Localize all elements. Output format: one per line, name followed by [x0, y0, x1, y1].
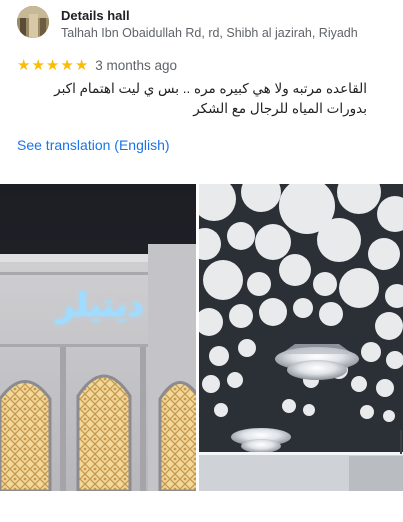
review-time: 3 months ago [95, 57, 178, 73]
star-icon: ★ [31, 56, 45, 74]
scrollbar[interactable] [400, 430, 402, 454]
facade-sign-text: ديتيلر [54, 286, 144, 324]
star-icon: ★ [60, 56, 74, 74]
star-rating: ★ ★ ★ ★ ★ [17, 58, 88, 73]
star-icon: ★ [45, 56, 60, 74]
star-icon: ★ [74, 56, 89, 74]
rating-row: ★ ★ ★ ★ ★ 3 months ago [17, 56, 177, 74]
place-address: Talhah Ibn Obaidullah Rd, rd, Shibh al j… [61, 26, 358, 40]
place-avatar[interactable] [17, 6, 49, 38]
hall-facade-photo-icon: ديتيلر [0, 184, 196, 491]
review-header: Details hall Talhah Ibn Obaidullah Rd, r… [17, 6, 403, 42]
ceiling-chandelier-photo-icon [199, 184, 403, 491]
review-text: القاعده مرتبه ولا هي كبيره مره .. بس ي ل… [54, 81, 367, 116]
star-icon: ★ [17, 56, 31, 74]
place-name[interactable]: Details hall [61, 8, 130, 23]
review-photo-ceiling[interactable] [199, 184, 403, 491]
see-translation-link[interactable]: See translation (English) [17, 137, 170, 153]
review-photo-facade[interactable]: ديتيلر [0, 184, 196, 491]
